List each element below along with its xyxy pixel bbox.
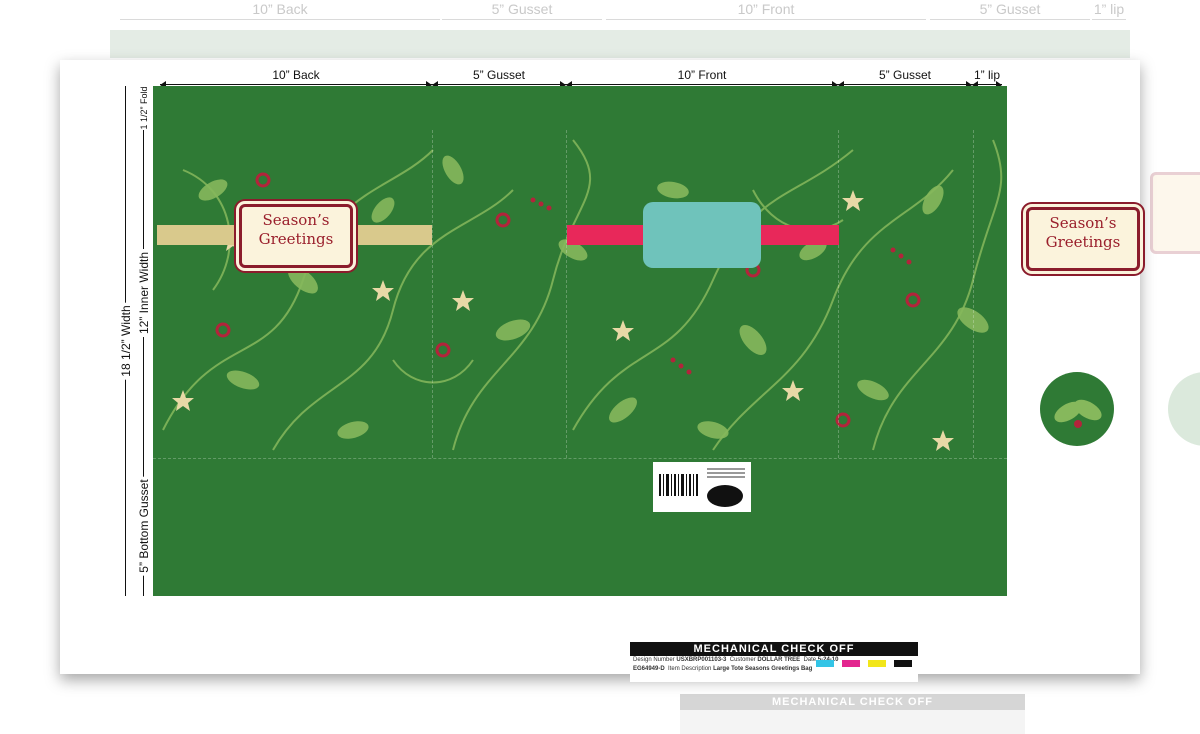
dim-gusset-left: 5” Gusset bbox=[432, 68, 566, 89]
dim-lip-label: 1” lip bbox=[973, 68, 1000, 82]
design-number: USXBRP001103-3 bbox=[676, 657, 727, 663]
ghost-dim-gusset1-label: 5” Gusset bbox=[491, 1, 553, 17]
ghost-dim-front-label: 10” Front bbox=[737, 1, 795, 17]
barcode-block bbox=[653, 462, 751, 512]
blank-teal-tag bbox=[643, 202, 761, 268]
swatch-magenta bbox=[842, 660, 860, 667]
item-description-label: Item Description bbox=[668, 666, 712, 672]
customer-label: Customer bbox=[729, 657, 756, 663]
checkoff-title: MECHANICAL CHECK OFF bbox=[630, 642, 918, 656]
item-description: Large Tote Seasons Greetings Bag bbox=[713, 666, 813, 672]
dim-fold: 1 1/2” Fold bbox=[134, 83, 154, 133]
dim-total-width: 18 1/2” Width bbox=[116, 86, 136, 596]
dim-bottom-gusset-label: 5” Bottom Gusset bbox=[137, 476, 151, 576]
swatch-cyan bbox=[816, 660, 834, 667]
dim-front: 10” Front bbox=[566, 68, 838, 89]
dim-gusset-right-label: 5” Gusset bbox=[878, 68, 932, 82]
dim-inner-width-label: 12” Inner Width bbox=[137, 248, 151, 338]
barcode-graphic bbox=[659, 468, 745, 507]
dim-inner-width: 12” Inner Width bbox=[134, 130, 154, 456]
ghost-dim-front: 10” Front bbox=[606, 0, 926, 22]
ghost-dim-lip: 1” lip bbox=[1092, 0, 1126, 22]
seasons-greetings-label: Season’s Greetings bbox=[239, 204, 353, 268]
fold-line-4 bbox=[973, 130, 974, 458]
ghost-dim-gusset1: 5” Gusset bbox=[442, 0, 602, 22]
design-number-label: Design Number bbox=[633, 657, 675, 663]
holly-pattern-graphic bbox=[162, 139, 1003, 451]
ghost-dim-back: 10” Back bbox=[120, 0, 440, 22]
holly-pattern bbox=[153, 130, 1007, 458]
ghost-label bbox=[1150, 172, 1200, 254]
ghost-dim-gusset2-label: 5” Gusset bbox=[979, 1, 1041, 17]
hang-tag-line-1: Season’s bbox=[1049, 214, 1117, 232]
holly-round-sticker bbox=[1040, 372, 1114, 446]
dim-bottom-gusset: 5” Bottom Gusset bbox=[134, 456, 154, 596]
ghost-checkoff-title: MECHANICAL CHECK OFF bbox=[680, 694, 1025, 710]
date-label: Date bbox=[803, 657, 817, 663]
bag-flat-artwork: Season’s Greetings bbox=[153, 86, 1007, 596]
dim-lip: 1” lip bbox=[972, 68, 1002, 89]
holly-icon bbox=[1054, 399, 1102, 428]
ghost-circle bbox=[1168, 372, 1200, 446]
fold-line-1 bbox=[432, 130, 433, 458]
fold-line-3 bbox=[838, 130, 839, 458]
hang-tag-line-2: Greetings bbox=[1045, 233, 1121, 251]
label-line-2: Greetings bbox=[258, 230, 334, 248]
ghost-dim-gusset2: 5” Gusset bbox=[930, 0, 1090, 22]
ghost-dim-back-label: 10” Back bbox=[252, 1, 308, 17]
ghost-checkoff: MECHANICAL CHECK OFF bbox=[680, 694, 1025, 734]
dieline-sheet: 10” Back 5” Gusset 10” Front 5” Gusset 1… bbox=[60, 60, 1140, 674]
dim-back: 10” Back bbox=[160, 68, 432, 89]
sku: EG64949-D bbox=[633, 666, 665, 672]
dim-fold-label: 1 1/2” Fold bbox=[139, 83, 149, 133]
ghost-dim-lip-label: 1” lip bbox=[1093, 1, 1125, 17]
dim-front-label: 10” Front bbox=[677, 68, 727, 82]
dim-gusset-right: 5” Gusset bbox=[838, 68, 972, 89]
dim-gusset-left-label: 5” Gusset bbox=[472, 68, 526, 82]
swatch-black bbox=[894, 660, 912, 667]
label-line-1: Season’s bbox=[262, 211, 330, 229]
mechanical-check-off: MECHANICAL CHECK OFF Design Number USXBR… bbox=[630, 642, 918, 682]
fold-line-2 bbox=[566, 130, 567, 458]
bottom-gusset-line bbox=[153, 458, 1007, 459]
hang-tag-label: Season’s Greetings bbox=[1026, 207, 1140, 271]
dim-back-label: 10” Back bbox=[272, 68, 320, 82]
logo-oval bbox=[707, 485, 743, 507]
dim-total-width-label: 18 1/2” Width bbox=[119, 302, 133, 380]
ghost-band bbox=[110, 30, 1130, 58]
swatch-yellow bbox=[868, 660, 886, 667]
customer: DOLLAR TREE bbox=[757, 657, 801, 663]
